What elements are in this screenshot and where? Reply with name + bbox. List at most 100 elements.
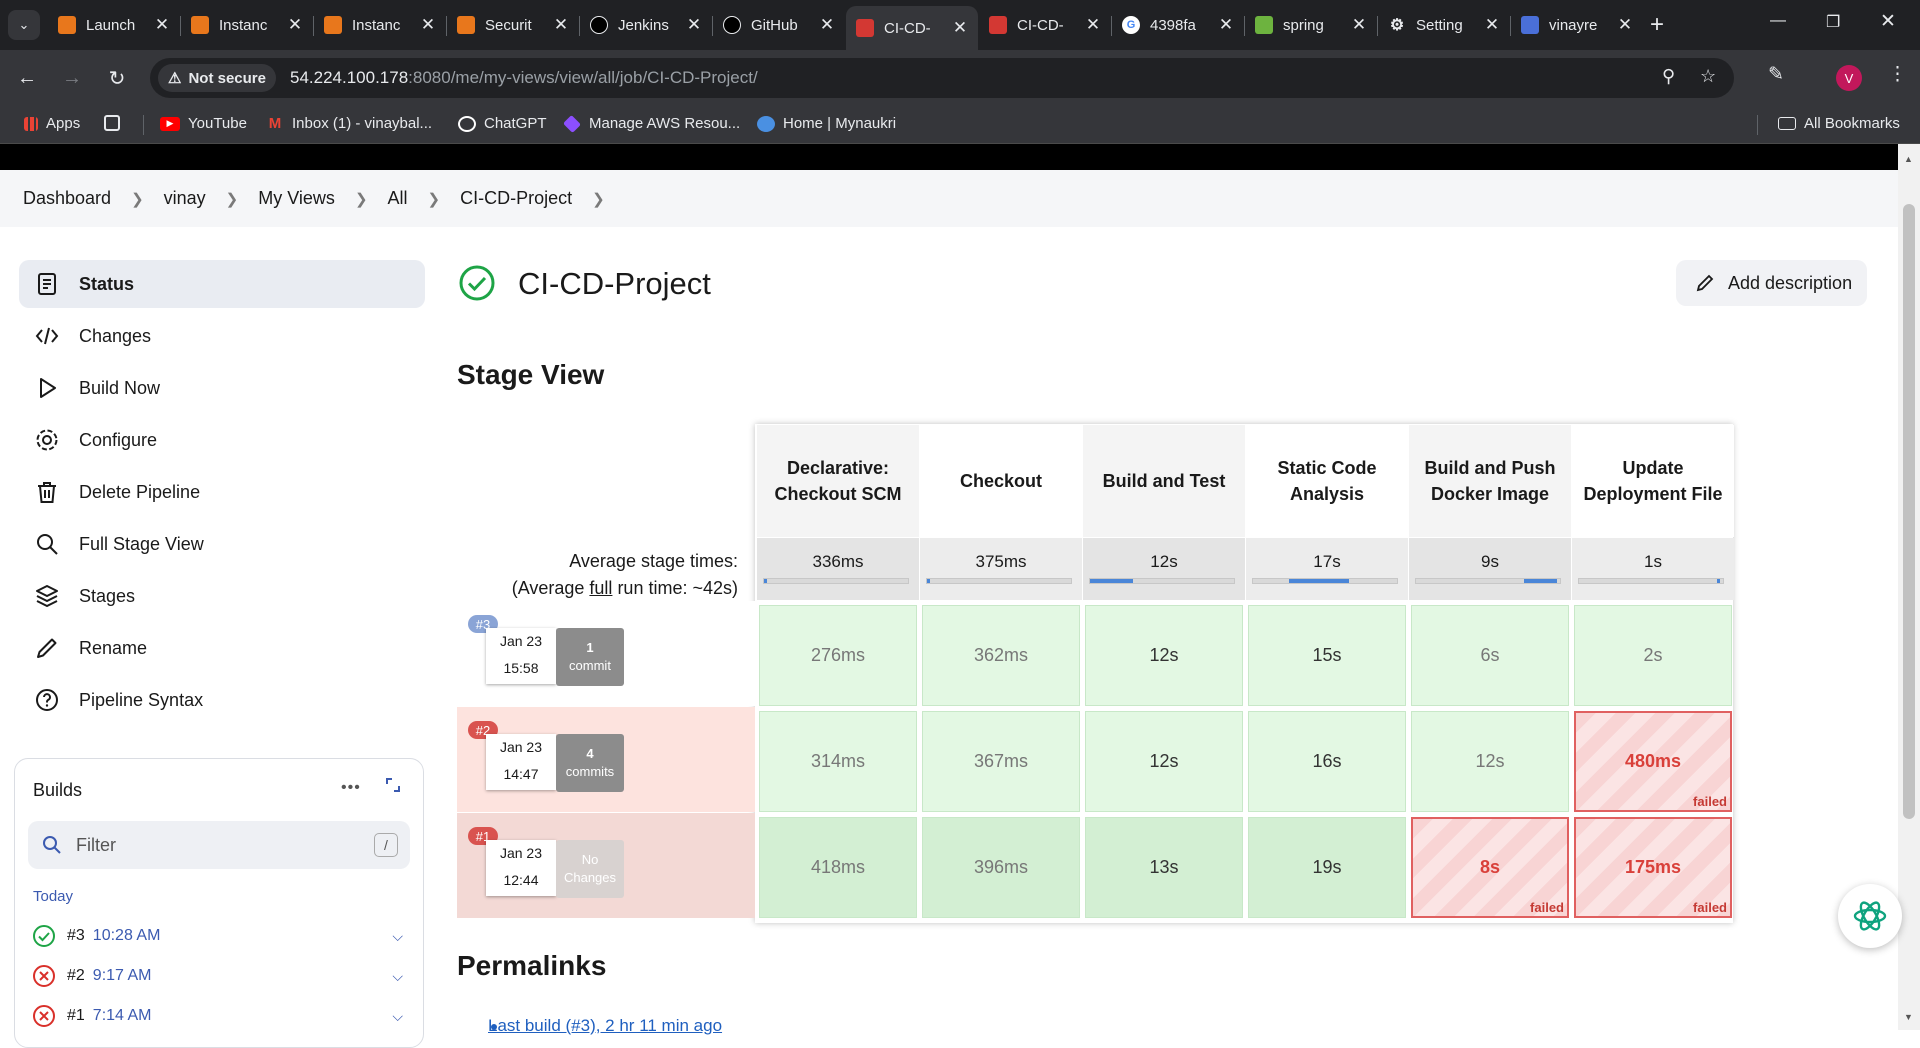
extensions-icon[interactable]: ✎ — [1768, 63, 1784, 86]
stage-cell-failed[interactable]: 8s failed — [1411, 817, 1569, 918]
stage-cell[interactable]: 12s — [1085, 711, 1243, 812]
stage-cell[interactable]: 15s — [1248, 605, 1406, 706]
build-number[interactable]: #3 — [67, 927, 85, 945]
browser-tab[interactable]: ⚙ Setting ✕ — [1378, 8, 1510, 42]
stage-cell[interactable]: 418ms — [759, 817, 917, 918]
chevron-down-icon[interactable]: ⌵ — [392, 1008, 403, 1025]
breadcrumb-item[interactable]: CI-CD-Project — [460, 188, 572, 209]
breadcrumb-chevron-icon[interactable]: ❯ — [226, 190, 239, 208]
browser-tab[interactable]: CI-CD- ✕ — [979, 8, 1111, 42]
chevron-down-icon[interactable]: ⌵ — [392, 968, 403, 985]
close-tab-icon[interactable]: ✕ — [1218, 15, 1234, 35]
close-tab-icon[interactable]: ✕ — [686, 15, 702, 35]
close-tab-icon[interactable]: ✕ — [1085, 15, 1101, 35]
bookmark-item[interactable]: Apps — [24, 115, 80, 132]
breadcrumb-item[interactable]: My Views — [258, 188, 335, 209]
bookmark-star-icon[interactable]: ☆ — [1700, 66, 1716, 87]
password-key-icon[interactable]: ⚲ — [1662, 66, 1675, 87]
sidebar-item-pipeline-syntax[interactable]: Pipeline Syntax — [19, 676, 425, 724]
restore-window-icon[interactable]: ❐ — [1826, 12, 1840, 32]
close-tab-icon[interactable]: ✕ — [154, 15, 170, 35]
browser-tab[interactable]: GitHub ✕ — [713, 8, 845, 42]
all-bookmarks-button[interactable]: All Bookmarks — [1778, 115, 1900, 132]
build-number[interactable]: #1 — [67, 1007, 85, 1025]
sidebar-item-full-stage-view[interactable]: Full Stage View — [19, 520, 425, 568]
bookmark-item[interactable]: Home | Mynaukri — [757, 115, 896, 132]
close-tab-icon[interactable]: ✕ — [420, 15, 436, 35]
expand-icon[interactable] — [385, 777, 401, 798]
builds-filter-input[interactable]: Filter / — [28, 821, 410, 869]
scrollbar-thumb[interactable] — [1903, 204, 1915, 819]
new-tab-button[interactable]: + — [1650, 10, 1664, 40]
changes-box[interactable]: 4 commits — [556, 734, 624, 792]
close-window-icon[interactable]: ✕ — [1880, 10, 1896, 33]
browser-tab[interactable]: Instanc ✕ — [314, 8, 446, 42]
sidebar-item-build-now[interactable]: Build Now — [19, 364, 425, 412]
build-history-row[interactable]: #2 9:17 AM ⌵ — [31, 961, 411, 991]
browser-tab[interactable]: Instanc ✕ — [181, 8, 313, 42]
stage-cell[interactable]: 2s — [1574, 605, 1732, 706]
scroll-up-icon[interactable]: ▲ — [1904, 154, 1913, 164]
breadcrumb-item[interactable]: Dashboard — [23, 188, 111, 209]
changes-box[interactable]: 1 commit — [556, 628, 624, 686]
build-time[interactable]: 9:17 AM — [93, 967, 152, 985]
changes-box[interactable]: No Changes — [556, 840, 624, 898]
page-scrollbar[interactable]: ▲ ▼ — [1898, 144, 1920, 1030]
stage-cell[interactable]: 6s — [1411, 605, 1569, 706]
breadcrumb-chevron-icon[interactable]: ❯ — [592, 190, 605, 208]
close-tab-icon[interactable]: ✕ — [1617, 15, 1633, 35]
full-run-link[interactable]: full — [589, 578, 612, 598]
close-tab-icon[interactable]: ✕ — [952, 18, 968, 38]
stage-cell[interactable]: 396ms — [922, 817, 1080, 918]
add-description-button[interactable]: Add description — [1676, 260, 1867, 306]
stage-cell[interactable]: 12s — [1411, 711, 1569, 812]
stage-cell[interactable]: 362ms — [922, 605, 1080, 706]
stage-cell[interactable]: 16s — [1248, 711, 1406, 812]
close-tab-icon[interactable]: ✕ — [819, 15, 835, 35]
bookmark-item[interactable]: ▶ YouTube — [160, 115, 247, 132]
build-time[interactable]: 7:14 AM — [93, 1007, 152, 1025]
sidebar-item-configure[interactable]: Configure — [19, 416, 425, 464]
close-tab-icon[interactable]: ✕ — [287, 15, 303, 35]
sidebar-item-rename[interactable]: Rename — [19, 624, 425, 672]
build-number[interactable]: #2 — [67, 967, 85, 985]
more-options-icon[interactable]: ••• — [341, 779, 361, 797]
last-build-permalink[interactable]: Last build (#3), 2 hr 11 min ago — [488, 1016, 722, 1036]
profile-avatar[interactable]: V — [1836, 65, 1862, 91]
bookmark-item[interactable]: M Inbox (1) - vinaybal... — [266, 115, 432, 132]
browser-tab[interactable]: Jenkins ✕ — [580, 8, 712, 42]
stage-cell[interactable]: 12s — [1085, 605, 1243, 706]
bookmark-item[interactable] — [104, 115, 128, 131]
address-bar[interactable]: ⚠ Not secure 54.224.100.178:8080/me/my-v… — [150, 58, 1734, 98]
url-text[interactable]: 54.224.100.178:8080/me/my-views/view/all… — [290, 68, 758, 88]
build-time[interactable]: 10:28 AM — [93, 927, 161, 945]
breadcrumb-item[interactable]: vinay — [164, 188, 206, 209]
sidebar-item-status[interactable]: Status — [19, 260, 425, 308]
back-icon[interactable]: ← — [12, 63, 42, 93]
stage-cell[interactable]: 13s — [1085, 817, 1243, 918]
stage-cell[interactable]: 19s — [1248, 817, 1406, 918]
stage-cell-failed[interactable]: 175ms failed — [1574, 817, 1732, 918]
breadcrumb-chevron-icon[interactable]: ❯ — [131, 190, 144, 208]
browser-tab[interactable]: spring ✕ — [1245, 8, 1377, 42]
browser-menu-icon[interactable]: ⋮ — [1888, 63, 1907, 86]
browser-tab[interactable]: vinayre ✕ — [1511, 8, 1643, 42]
browser-tab[interactable]: G 4398fa ✕ — [1112, 8, 1244, 42]
browser-tab[interactable]: CI-CD- ✕ — [846, 6, 978, 50]
security-indicator[interactable]: ⚠ Not secure — [158, 64, 276, 92]
reload-icon[interactable]: ↻ — [102, 63, 132, 93]
stage-cell-failed[interactable]: 480ms failed — [1574, 711, 1732, 812]
close-tab-icon[interactable]: ✕ — [1351, 15, 1367, 35]
breadcrumb-chevron-icon[interactable]: ❯ — [428, 190, 441, 208]
bookmark-item[interactable]: ChatGPT — [458, 115, 547, 132]
sidebar-item-delete-pipeline[interactable]: Delete Pipeline — [19, 468, 425, 516]
build-history-row[interactable]: #1 7:14 AM ⌵ — [31, 1001, 411, 1031]
build-history-row[interactable]: #3 10:28 AM ⌵ — [31, 921, 411, 951]
forward-icon[interactable]: → — [57, 63, 87, 93]
scroll-down-icon[interactable]: ▼ — [1904, 1012, 1913, 1022]
close-tab-icon[interactable]: ✕ — [553, 15, 569, 35]
breadcrumb-item[interactable]: All — [388, 188, 408, 209]
ai-assistant-button[interactable] — [1838, 884, 1902, 948]
sidebar-item-changes[interactable]: Changes — [19, 312, 425, 360]
stage-cell[interactable]: 276ms — [759, 605, 917, 706]
